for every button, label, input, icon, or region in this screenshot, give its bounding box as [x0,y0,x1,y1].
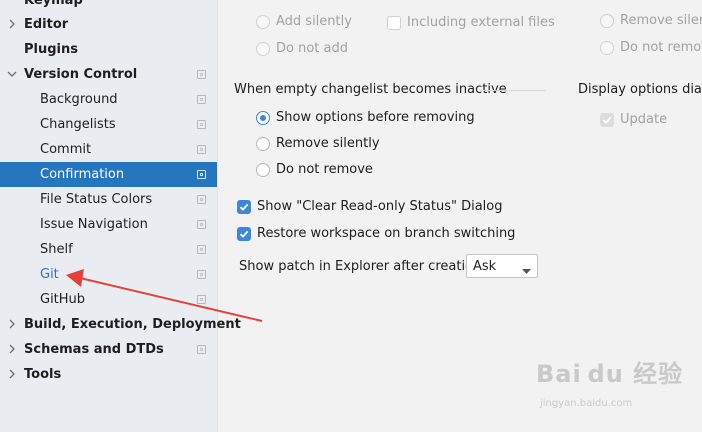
watermark-url: jingyan.baidu.com [540,398,633,409]
watermark-brand: Bai du 经验 [536,360,684,388]
watermark: Bai du 经验 jingyan.baidu.com [536,354,684,409]
